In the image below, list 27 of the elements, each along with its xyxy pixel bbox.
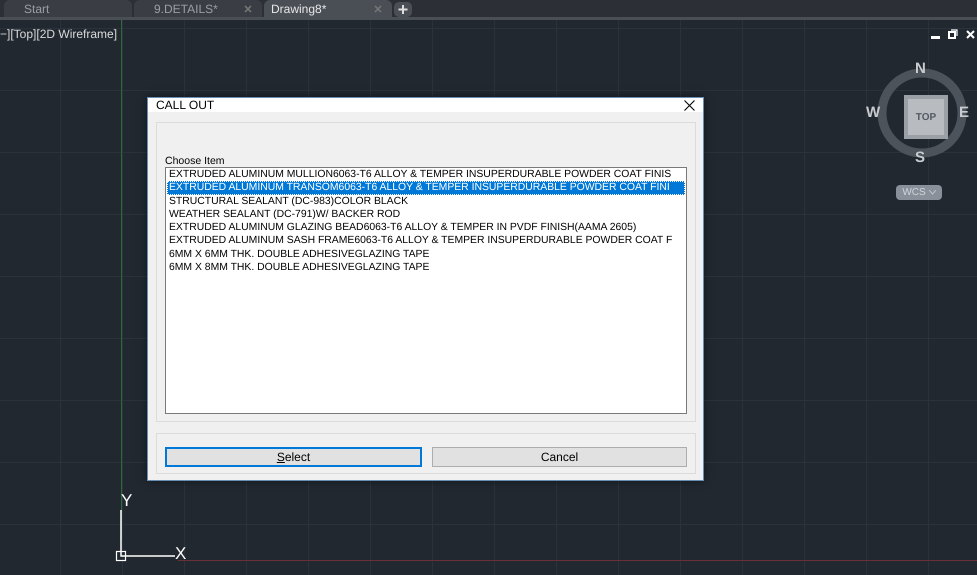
document-tab[interactable]: Drawing8* <box>264 0 392 17</box>
caret-icon <box>928 190 936 195</box>
viewcube-top-face[interactable]: TOP <box>904 95 948 139</box>
restore-icon[interactable] <box>948 29 958 39</box>
viewport-controls-label[interactable]: −][Top][2D Wireframe] <box>0 27 118 41</box>
list-item[interactable]: 6MM X 6MM THK. DOUBLE ADHESIVEGLAZING TAPE <box>167 248 685 262</box>
compass-north[interactable]: N <box>915 61 926 76</box>
compass-west[interactable]: W <box>866 105 880 120</box>
list-item[interactable]: EXTRUDED ALUMINUM MULLION6063-T6 ALLOY & TEMPER INSUPERDURABLE POWDER COAT FINIS <box>167 168 685 182</box>
close-icon[interactable] <box>684 100 695 110</box>
list-item[interactable]: EXTRUDED ALUMINUM GLAZING BEAD6063-T6 ALLOY & TEMPER IN PVDF FINISH(AAMA 2605) <box>167 221 685 234</box>
cancel-button[interactable]: Cancel <box>432 446 687 466</box>
list-label: Choose Item <box>165 156 226 167</box>
y-axis-label: Y <box>121 492 132 509</box>
x-axis-label: X <box>175 545 186 562</box>
document-tab[interactable]: 9.DETAILS* <box>134 0 262 17</box>
add-tab-icon[interactable] <box>394 2 412 17</box>
select-button[interactable]: Select <box>165 446 422 466</box>
compass-south[interactable]: S <box>915 150 926 165</box>
list-item[interactable]: 6MM X 8MM THK. DOUBLE ADHESIVEGLAZING TAPE <box>167 261 685 274</box>
list-item[interactable]: STRUCTURAL SEALANT (DC-983)COLOR BLACK <box>167 194 685 208</box>
dialog-title: CALL OUT <box>156 98 214 112</box>
compass-east[interactable]: E <box>959 105 970 120</box>
list-item[interactable]: EXTRUDED ALUMINUM TRANSOM6063-T6 ALLOY & TEMPER INSUPERDURABLE POWDER COAT FINI <box>167 181 685 195</box>
list-item[interactable]: EXTRUDED ALUMINUM SASH FRAME6063-T6 ALLOY & TEMPER INSUPERDURABLE POWDER COAT F <box>167 234 685 248</box>
list-item[interactable]: WEATHER SEALANT (DC-791)W/ BACKER ROD <box>167 208 685 222</box>
document-tab[interactable]: Start <box>4 0 132 17</box>
